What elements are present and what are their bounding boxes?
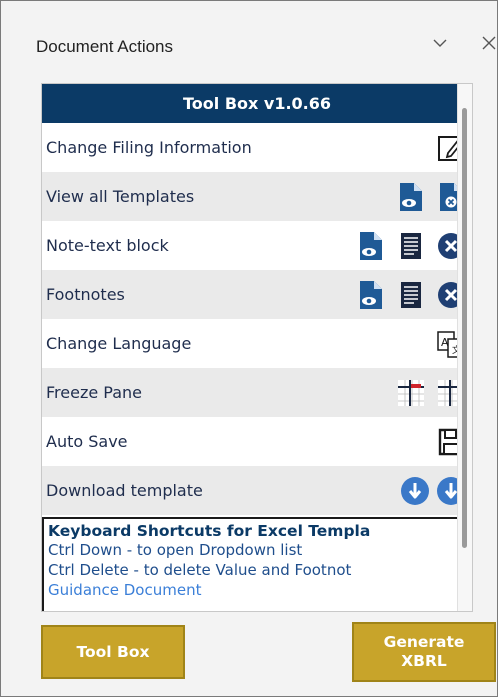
row-note-text-block[interactable]: Note-text block <box>42 221 472 270</box>
row-view-all-templates[interactable]: View all Templates <box>42 172 472 221</box>
row-label: Download template <box>46 481 203 500</box>
row-label: Auto Save <box>46 432 128 451</box>
row-label: Freeze Pane <box>46 383 142 402</box>
generate-label-line1: Generate <box>383 633 465 652</box>
guidance-document-link[interactable]: Guidance Document <box>44 580 470 600</box>
generate-xbrl-button[interactable]: Generate XBRL <box>352 622 496 682</box>
chevron-down-icon[interactable] <box>432 35 448 56</box>
toolbox-button[interactable]: Tool Box <box>41 625 185 679</box>
toolbox-panel: Tool Box v1.0.66 Change Filing Informati… <box>41 83 473 612</box>
shortcuts-title: Keyboard Shortcuts for Excel Templa <box>48 522 371 540</box>
svg-text:A: A <box>441 336 449 349</box>
row-label: Change Language <box>46 334 192 353</box>
pane-title: Document Actions <box>36 37 174 56</box>
toolbox-header: Tool Box v1.0.66 <box>42 84 472 123</box>
toolbox-button-label: Tool Box <box>76 642 150 661</box>
scrollbar[interactable] <box>457 84 472 611</box>
view-document-icon[interactable] <box>396 182 426 212</box>
text-block-icon[interactable] <box>396 280 426 310</box>
generate-label-line2: XBRL <box>401 652 447 670</box>
download-icon[interactable] <box>400 476 430 506</box>
row-change-filing-information[interactable]: Change Filing Information <box>42 123 472 172</box>
row-label: View all Templates <box>46 187 195 206</box>
row-label: Footnotes <box>46 285 125 304</box>
row-label: Note-text block <box>46 236 169 255</box>
scrollbar-thumb[interactable] <box>462 108 467 548</box>
row-label: Change Filing Information <box>46 138 252 157</box>
freeze-pane-icon[interactable] <box>396 378 426 408</box>
row-change-language[interactable]: Change Language A文 <box>42 319 472 368</box>
text-block-icon[interactable] <box>396 231 426 261</box>
row-download-template[interactable]: Download template <box>42 466 472 515</box>
view-document-icon[interactable] <box>356 280 386 310</box>
keyboard-shortcuts-box: Keyboard Shortcuts for Excel Templa Ctrl… <box>42 517 470 611</box>
close-icon[interactable] <box>481 35 497 56</box>
shortcut-line: Ctrl Down - to open Dropdown list <box>48 541 303 559</box>
view-document-icon[interactable] <box>356 231 386 261</box>
row-auto-save[interactable]: Auto Save <box>42 417 472 466</box>
row-footnotes[interactable]: Footnotes <box>42 270 472 319</box>
shortcut-line: Ctrl Delete - to delete Value and Footno… <box>48 561 352 579</box>
row-freeze-pane[interactable]: Freeze Pane <box>42 368 472 417</box>
task-pane: Document Actions Tool Box v1.0.66 Change… <box>0 0 498 697</box>
